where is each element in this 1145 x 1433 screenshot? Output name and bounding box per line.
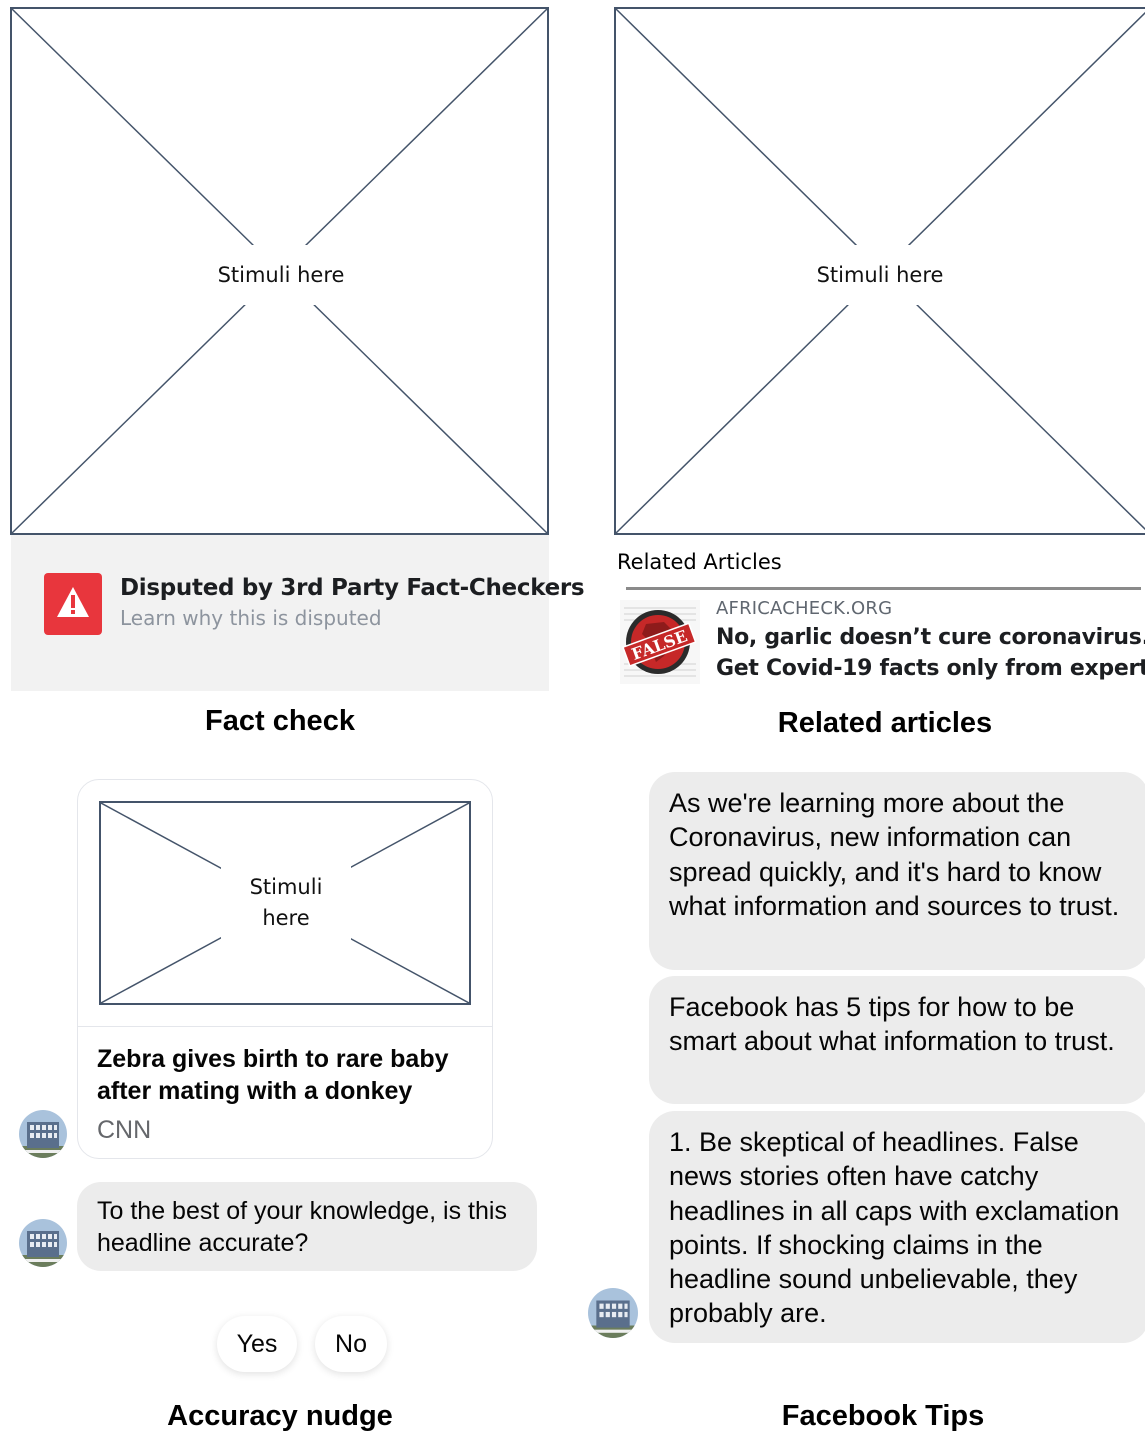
placeholder-label: Stimuli here — [216, 245, 346, 305]
avatar — [588, 1288, 638, 1338]
article-title[interactable]: No, garlic doesn’t cure coronavirus. Get… — [716, 622, 1145, 684]
warning-icon — [44, 573, 102, 635]
bot-message: Facebook has 5 tips for how to be smart … — [649, 976, 1145, 1104]
quick-reply-no-button[interactable]: No — [315, 1316, 387, 1372]
divider — [626, 587, 1141, 590]
fact-check-learn-more-link[interactable]: Learn why this is disputed — [120, 606, 382, 630]
article-title-line: Get Covid-19 facts only from experts — [716, 656, 1145, 681]
article-title-line: No, garlic doesn’t cure coronavirus. — [716, 625, 1145, 650]
article-source: AFRICACHECK.ORG — [716, 598, 893, 619]
placeholder-label-line: here — [262, 906, 310, 930]
placeholder-label-line: Stimuli — [249, 875, 323, 899]
bot-message: 1. Be skeptical of headlines. False news… — [649, 1111, 1145, 1343]
stimuli-placeholder-accuracy-nudge: Stimuli here — [99, 801, 471, 1005]
caption-related-articles: Related articles — [777, 707, 993, 739]
quick-reply-yes-button[interactable]: Yes — [217, 1316, 297, 1372]
divider — [78, 1026, 492, 1027]
fact-check-title: Disputed by 3rd Party Fact-Checkers — [120, 575, 585, 601]
stimuli-placeholder-fact-check: Stimuli here — [10, 7, 549, 535]
avatar — [19, 1110, 67, 1158]
article-thumbnail[interactable]: FALSE — [620, 600, 700, 684]
placeholder-label: Stimuli here — [221, 865, 351, 945]
link-source: CNN — [97, 1116, 152, 1144]
caption-fact-check: Fact check — [205, 705, 355, 737]
placeholder-label: Stimuli here — [815, 245, 945, 305]
caption-facebook-tips: Facebook Tips — [781, 1400, 985, 1432]
bot-message: To the best of your knowledge, is this h… — [77, 1182, 537, 1271]
caption-accuracy-nudge: Accuracy nudge — [167, 1400, 393, 1432]
related-articles-heading: Related Articles — [617, 550, 782, 574]
bot-message: As we're learning more about the Coronav… — [649, 772, 1145, 970]
avatar — [19, 1219, 67, 1267]
stimuli-placeholder-related-articles: Stimuli here — [614, 7, 1145, 535]
link-headline[interactable]: Zebra gives birth to rare baby after mat… — [97, 1043, 477, 1107]
